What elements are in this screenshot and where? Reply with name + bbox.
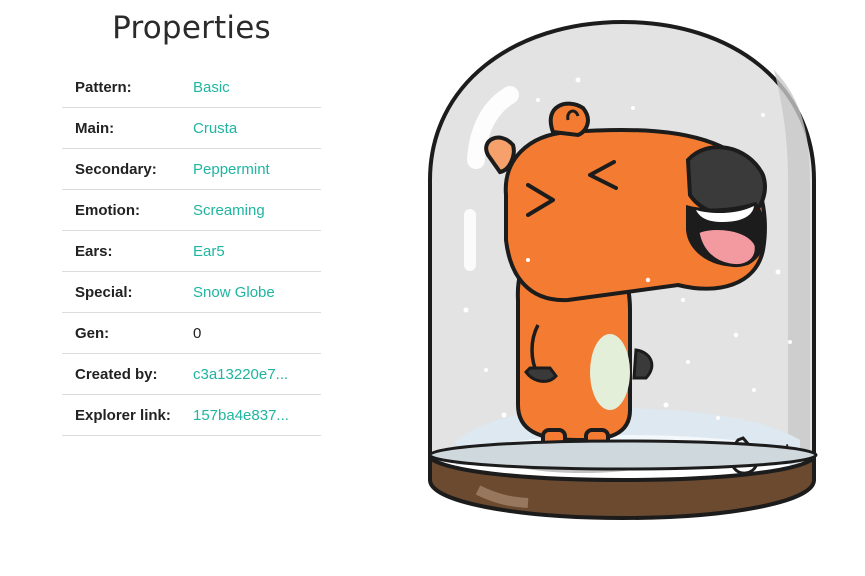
row-key: Explorer link:: [75, 406, 171, 424]
row-value[interactable]: Screaming: [193, 202, 321, 219]
row-value[interactable]: Crusta: [193, 120, 321, 137]
row-emotion: Emotion: Screaming: [62, 190, 321, 231]
row-key: Pattern:: [75, 78, 132, 96]
row-pattern: Pattern: Basic: [62, 67, 321, 108]
row-key: Special:: [75, 283, 133, 301]
properties-table: Pattern: Basic Main: Crusta Secondary: P…: [62, 67, 321, 436]
row-key: Secondary:: [75, 160, 157, 178]
properties-panel: Properties Pattern: Basic Main: Crusta S…: [62, 8, 321, 436]
row-key: Main:: [75, 119, 115, 137]
row-value[interactable]: Snow Globe: [193, 284, 321, 301]
row-main: Main: Crusta: [62, 108, 321, 149]
row-gen: Gen: 0: [62, 313, 321, 354]
row-key: Emotion:: [75, 201, 140, 219]
row-explorer-link: Explorer link: 157ba4e837...: [62, 395, 321, 436]
row-secondary: Secondary: Peppermint: [62, 149, 321, 190]
row-value[interactable]: Ear5: [193, 243, 321, 260]
snow-globe-capybara-image: sui: [428, 19, 818, 521]
created-by-link[interactable]: c3a13220e7...: [193, 366, 321, 383]
explorer-link[interactable]: 157ba4e837...: [193, 407, 321, 424]
row-created-by: Created by: c3a13220e7...: [62, 354, 321, 395]
row-key: Created by:: [75, 365, 158, 383]
nft-artwork: sui: [418, 10, 828, 540]
properties-title: Properties: [112, 10, 271, 46]
row-special: Special: Snow Globe: [62, 272, 321, 313]
row-value[interactable]: Peppermint: [193, 161, 321, 178]
row-value: 0: [193, 324, 202, 342]
row-ears: Ears: Ear5: [62, 231, 321, 272]
row-value[interactable]: Basic: [193, 79, 321, 96]
row-key: Ears:: [75, 242, 113, 260]
row-key: Gen:: [75, 324, 110, 342]
